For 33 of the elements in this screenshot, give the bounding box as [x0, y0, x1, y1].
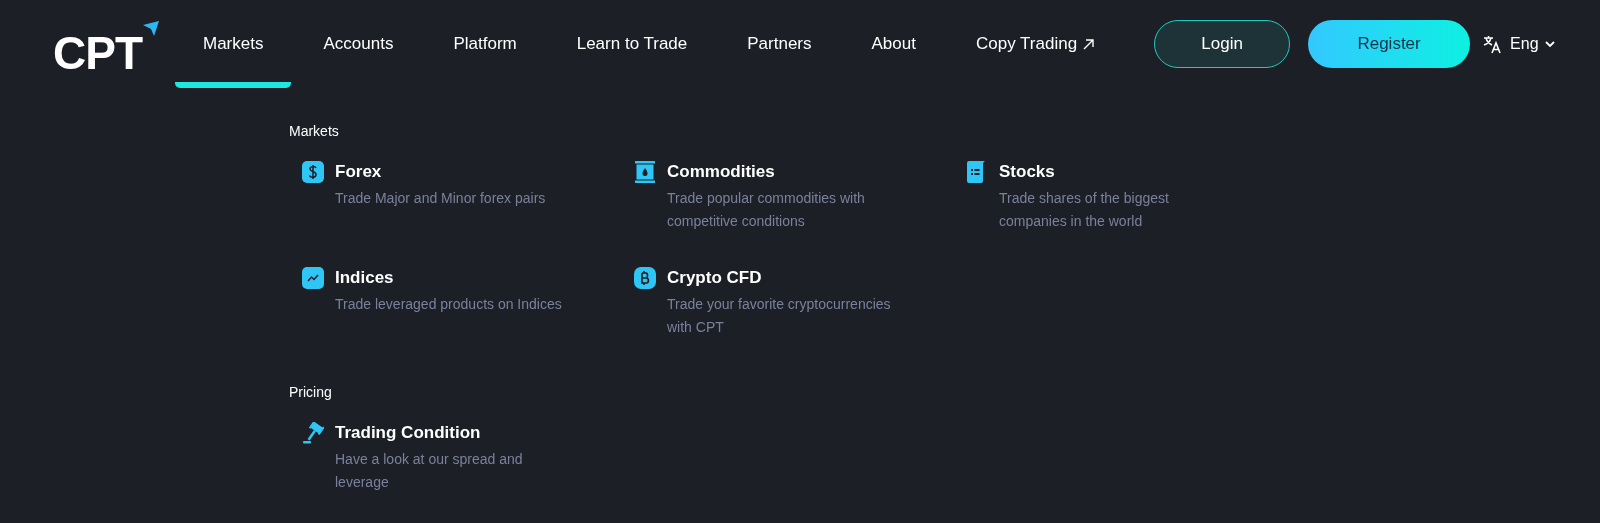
menu-link[interactable]: Crypto CFD — [667, 268, 907, 288]
menu-description: Trade popular commodities with competitive conditions — [667, 189, 866, 231]
nav-tab[interactable]: Platform — [423, 0, 547, 88]
section-heading: Pricing — [289, 384, 332, 400]
menu-description: Trade shares of the biggest companies in the world — [999, 189, 1170, 231]
menu-description: Trade leveraged products on Indices — [335, 295, 563, 314]
login-button[interactable]: Login — [1154, 20, 1291, 68]
caret-icon — [1544, 40, 1555, 48]
translate-icon[interactable] — [1482, 34, 1503, 54]
chart-icon — [302, 267, 324, 289]
nav-tab[interactable]: Learn to Trade — [546, 0, 718, 88]
section-heading: Markets — [289, 123, 339, 139]
menu-link[interactable]: Forex — [335, 162, 575, 182]
language-selector[interactable]: Eng — [1510, 35, 1555, 53]
menu-link[interactable]: Trading Condition — [335, 423, 575, 443]
menu-link[interactable]: Commodities — [667, 162, 907, 182]
nav-tab[interactable]: Accounts — [293, 0, 424, 88]
register-button[interactable]: Register — [1308, 20, 1471, 68]
nav-tab[interactable]: About — [841, 0, 946, 88]
dollar-icon — [302, 161, 324, 183]
nav-tab[interactable]: Copy Trading — [945, 0, 1125, 88]
gavel-icon — [302, 422, 324, 444]
menu-description: Have a look at our spread and leverage — [335, 450, 524, 492]
nav-tab[interactable]: Markets — [173, 0, 294, 88]
logo-arrow-icon — [142, 21, 160, 37]
menu-description: Trade Major and Minor forex pairs — [335, 189, 547, 208]
menu-link[interactable]: Indices — [335, 268, 575, 288]
logo[interactable]: CPT — [53, 29, 142, 77]
bitcoin-icon — [634, 267, 656, 289]
barrel-icon — [634, 161, 656, 183]
menu-link[interactable]: Stocks — [999, 162, 1239, 182]
menu-description: Trade your favorite cryptocurrencies with CPT — [667, 295, 892, 337]
nav-tab[interactable]: Partners — [717, 0, 842, 88]
